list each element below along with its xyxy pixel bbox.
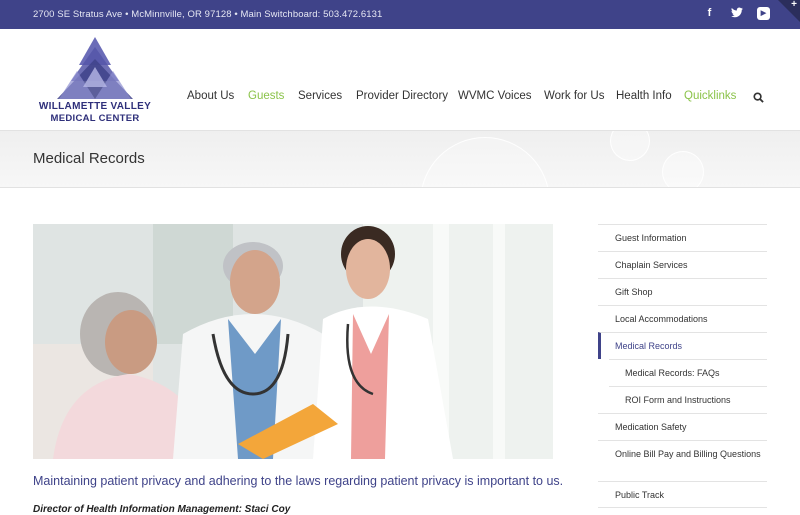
site-header: WILLAMETTE VALLEY MEDICAL CENTER About U… — [0, 29, 800, 130]
sidebar-subitem-medical-records-faqs[interactable]: Medical Records: FAQs — [609, 359, 767, 386]
page-title: Medical Records — [33, 150, 145, 167]
nav-about-us[interactable]: About Us — [187, 90, 234, 102]
nav-services[interactable]: Services — [298, 90, 342, 102]
nav-guests[interactable]: Guests — [248, 90, 284, 102]
nav-health-info[interactable]: Health Info — [616, 90, 672, 102]
twitter-icon[interactable] — [730, 7, 743, 20]
page-title-bar: Medical Records — [0, 130, 800, 188]
sidebar-item-gift-shop[interactable]: Gift Shop — [598, 278, 767, 305]
sidebar-subitem-roi-form[interactable]: ROI Form and Instructions — [609, 386, 767, 413]
sidebar-item-medical-records[interactable]: Medical Records — [598, 332, 767, 359]
nav-wvmc-voices[interactable]: WVMC Voices — [458, 90, 532, 102]
nav-provider-directory[interactable]: Provider Directory — [356, 90, 448, 102]
hero-image — [33, 224, 553, 459]
decorative-bubble — [610, 131, 650, 161]
sidebar-nav: Guest Information Chaplain Services Gift… — [598, 224, 767, 508]
nav-quicklinks[interactable]: Quicklinks — [684, 90, 736, 102]
sidebar-item-public-track[interactable]: Public Track — [598, 481, 767, 508]
director-text: Director of Health Information Managemen… — [33, 504, 291, 515]
youtube-icon[interactable]: ▶ — [757, 7, 770, 20]
decorative-bubble — [420, 137, 550, 187]
logo-line-2: MEDICAL CENTER — [50, 113, 140, 124]
sidebar-item-online-bill-pay[interactable]: Online Bill Pay and Billing Questions — [598, 440, 767, 481]
site-logo[interactable]: WILLAMETTE VALLEY MEDICAL CENTER — [33, 37, 157, 125]
logo-line-1: WILLAMETTE VALLEY — [38, 101, 152, 112]
logo-mark — [57, 37, 133, 99]
nav-work-for-us[interactable]: Work for Us — [544, 90, 605, 102]
facebook-icon[interactable]: f — [703, 7, 716, 20]
social-links: f ▶ — [703, 7, 770, 20]
intro-text: Maintaining patient privacy and adhering… — [33, 474, 564, 488]
contact-address: 2700 SE Stratus Ave • McMinnville, OR 97… — [33, 9, 383, 20]
search-icon[interactable] — [753, 92, 764, 103]
top-bar: 2700 SE Stratus Ave • McMinnville, OR 97… — [0, 0, 800, 29]
decorative-bubble — [662, 151, 704, 187]
sidebar-item-chaplain-services[interactable]: Chaplain Services — [598, 251, 767, 278]
sidebar-item-guest-information[interactable]: Guest Information — [598, 224, 767, 251]
sidebar-item-local-accommodations[interactable]: Local Accommodations — [598, 305, 767, 332]
sidebar-item-medication-safety[interactable]: Medication Safety — [598, 413, 767, 440]
plus-icon[interactable]: + — [791, 0, 797, 10]
